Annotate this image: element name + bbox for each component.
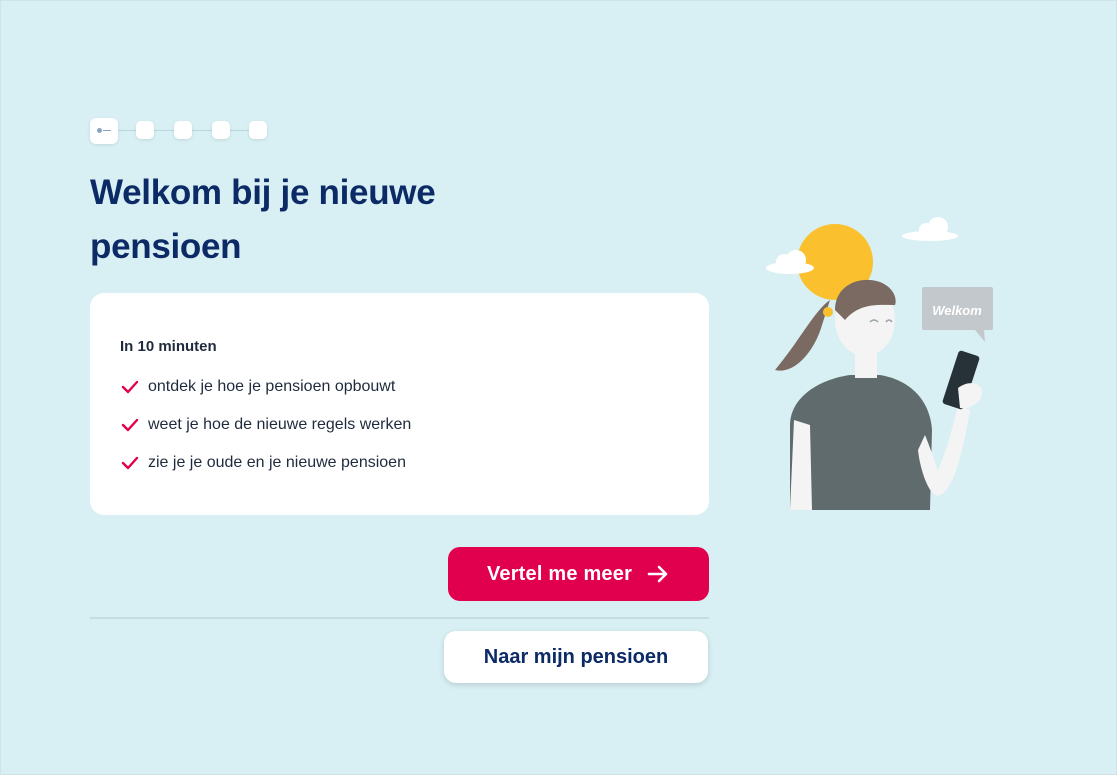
step-dash-icon <box>103 130 111 131</box>
go-to-my-pension-button[interactable]: Naar mijn pensioen <box>444 631 708 683</box>
list-item-text: zie je je oude en je nieuwe pensioen <box>148 454 406 471</box>
step-4 <box>212 121 230 139</box>
card-heading: In 10 minuten <box>120 338 217 355</box>
speech-bubble: Welkom <box>922 287 993 342</box>
step-2 <box>136 121 154 139</box>
list-item: ontdek je hoe je pensioen opbouwt <box>120 377 411 415</box>
go-to-my-pension-label: Naar mijn pensioen <box>483 645 669 668</box>
list-item: weet je hoe de nieuwe regels werken <box>120 415 411 453</box>
benefit-list: ontdek je hoe je pensioen opbouwt weet j… <box>120 377 411 491</box>
step-3 <box>174 121 192 139</box>
list-item-text: ontdek je hoe je pensioen opbouwt <box>148 378 396 395</box>
person-hair <box>775 300 830 371</box>
page-title: Welkom bij je nieuwe pensioen <box>90 173 436 266</box>
welcome-illustration: Welkom <box>766 217 993 510</box>
tell-me-more-label: Vertel me meer <box>486 562 633 585</box>
list-item-text: weet je hoe de nieuwe regels werken <box>148 416 412 433</box>
intro-card: In 10 minuten ontdek je hoe je pensioen … <box>90 293 709 515</box>
step-1-current <box>90 118 118 144</box>
step-dot-icon <box>97 128 102 133</box>
cloud-icon <box>902 217 958 241</box>
checkmark-icon <box>121 380 139 394</box>
tell-me-more-button[interactable]: Vertel me meer <box>448 547 709 601</box>
step-5 <box>249 121 267 139</box>
checkmark-icon <box>121 456 139 470</box>
checkmark-icon <box>121 418 139 432</box>
divider <box>90 617 709 619</box>
list-item: zie je je oude en je nieuwe pensioen <box>120 453 411 491</box>
progress-stepper <box>90 118 270 144</box>
arrow-right-icon <box>647 565 668 583</box>
speech-bubble-text: Welkom <box>932 303 982 318</box>
